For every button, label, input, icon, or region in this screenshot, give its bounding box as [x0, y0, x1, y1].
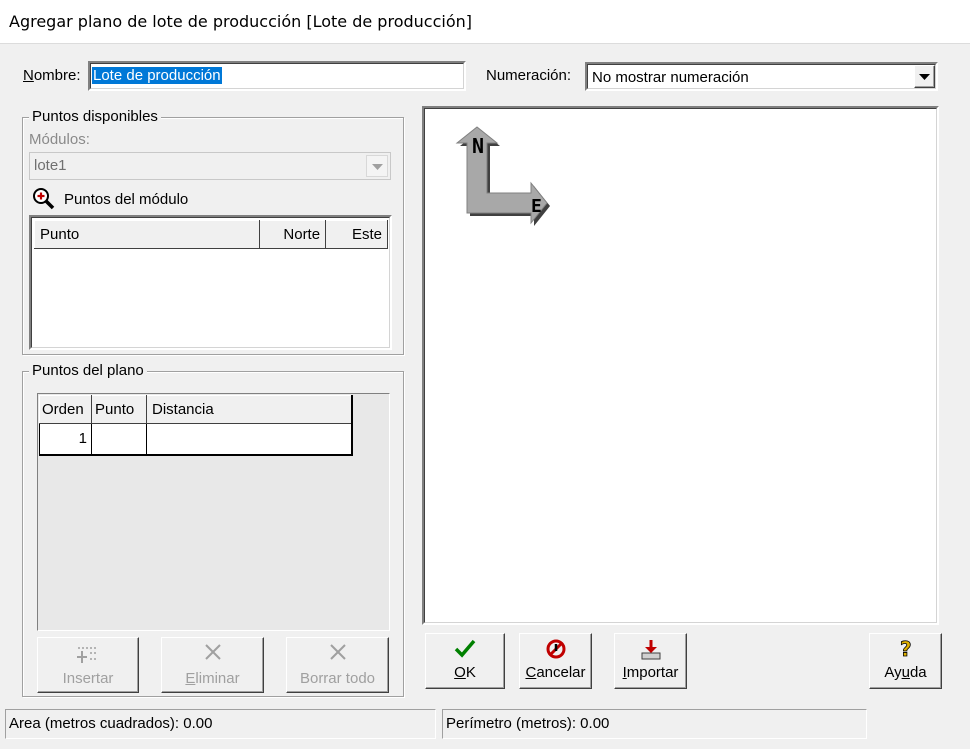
ok-text: K [465, 664, 476, 681]
cancelar-accel: C [525, 664, 537, 681]
borrar-todo-button[interactable]: Borrar todo [286, 637, 389, 693]
ayuda-button[interactable]: ? Ayuda [869, 633, 942, 689]
cancelar-button[interactable]: Cancelar [519, 633, 592, 689]
window-title: Agregar plano de lote de producción [Lot… [0, 0, 970, 44]
puntos-modulo-table[interactable]: Punto Norte Este [29, 215, 392, 350]
ayuda-accel: u [901, 664, 910, 681]
status-area: Area (metros cuadrados): 0.00 [5, 709, 436, 739]
x-clear-icon [287, 642, 388, 667]
importar-text: mportar [626, 664, 679, 681]
numeracion-dropdown-button[interactable] [914, 65, 935, 88]
svg-text:?: ? [900, 638, 912, 660]
zoom-in-button[interactable] [31, 186, 59, 210]
cell-punto[interactable] [91, 423, 147, 455]
numeracion-select[interactable]: No mostrar numeración [585, 62, 938, 91]
column-header-punto[interactable]: Punto [91, 395, 147, 424]
column-header-este[interactable]: Este [325, 220, 388, 249]
puntos-disponibles-legend: Puntos disponibles [29, 108, 161, 126]
cell-orden[interactable]: 1 [39, 423, 92, 455]
eliminar-label: Eliminar [162, 670, 263, 687]
east-label: E [531, 196, 542, 217]
puntos-plano-legend: Puntos del plano [29, 362, 147, 380]
column-header-distancia[interactable]: Distancia [146, 395, 352, 424]
import-icon [615, 638, 686, 667]
numeracion-selected: No mostrar numeración [592, 69, 749, 86]
north-label: N [472, 134, 484, 158]
nombre-input-value: Lote de producción [92, 67, 222, 84]
eliminar-text: liminar [195, 670, 240, 687]
modulos-select[interactable]: lote1 [29, 152, 391, 180]
eliminar-accel: E [185, 670, 196, 687]
chevron-down-icon [372, 164, 383, 170]
column-header-orden[interactable]: Orden [39, 395, 92, 424]
status-perimetro: Perímetro (metros): 0.00 [442, 709, 867, 739]
importar-label: Importar [615, 664, 686, 681]
table-row[interactable]: 1 [39, 423, 352, 455]
compass-icon: N E [455, 126, 550, 226]
importar-button[interactable]: Importar [614, 633, 687, 689]
checkmark-icon [426, 638, 504, 663]
x-delete-icon [162, 642, 263, 667]
chevron-down-icon [919, 74, 930, 80]
cancel-icon [520, 638, 591, 665]
help-icon: ? [870, 637, 941, 665]
ok-button[interactable]: OK [425, 633, 505, 689]
eliminar-button[interactable]: Eliminar [161, 637, 264, 693]
ayuda-label: Ayuda [870, 664, 941, 681]
ok-label: OK [426, 664, 504, 681]
ayuda-text-pre: Ay [884, 664, 902, 681]
insertar-button[interactable]: Insertar [37, 637, 139, 693]
nombre-label-accel: N [23, 67, 34, 84]
insert-row-icon [38, 642, 138, 670]
insertar-label: Insertar [62, 670, 114, 687]
nombre-label-text: ombre: [33, 67, 81, 84]
cancelar-label: Cancelar [520, 664, 591, 681]
modulos-dropdown-button[interactable] [366, 155, 388, 177]
modulos-selected: lote1 [34, 157, 67, 174]
ok-accel: O [454, 664, 466, 681]
cancelar-text: ancelar [536, 664, 586, 681]
cell-distancia[interactable] [146, 423, 352, 455]
plano-canvas[interactable]: N E [422, 106, 939, 625]
column-header-norte[interactable]: Norte [259, 220, 327, 249]
nombre-input[interactable]: Lote de producción [88, 61, 466, 91]
borrar-todo-label: Borrar todo [299, 670, 376, 687]
puntos-modulo-label: Puntos del módulo [64, 191, 189, 208]
nombre-label: Nombre: [23, 66, 81, 86]
zoom-in-icon [33, 188, 55, 210]
numeracion-label: Numeración: [486, 67, 572, 84]
column-header-punto[interactable]: Punto [33, 220, 261, 249]
modulos-label: Módulos: [29, 131, 90, 148]
puntos-plano-grid[interactable]: Orden Punto Distancia 1 [37, 393, 390, 631]
puntos-modulo-header: Punto Norte Este [33, 220, 388, 249]
ayuda-text-post: da [909, 664, 927, 681]
